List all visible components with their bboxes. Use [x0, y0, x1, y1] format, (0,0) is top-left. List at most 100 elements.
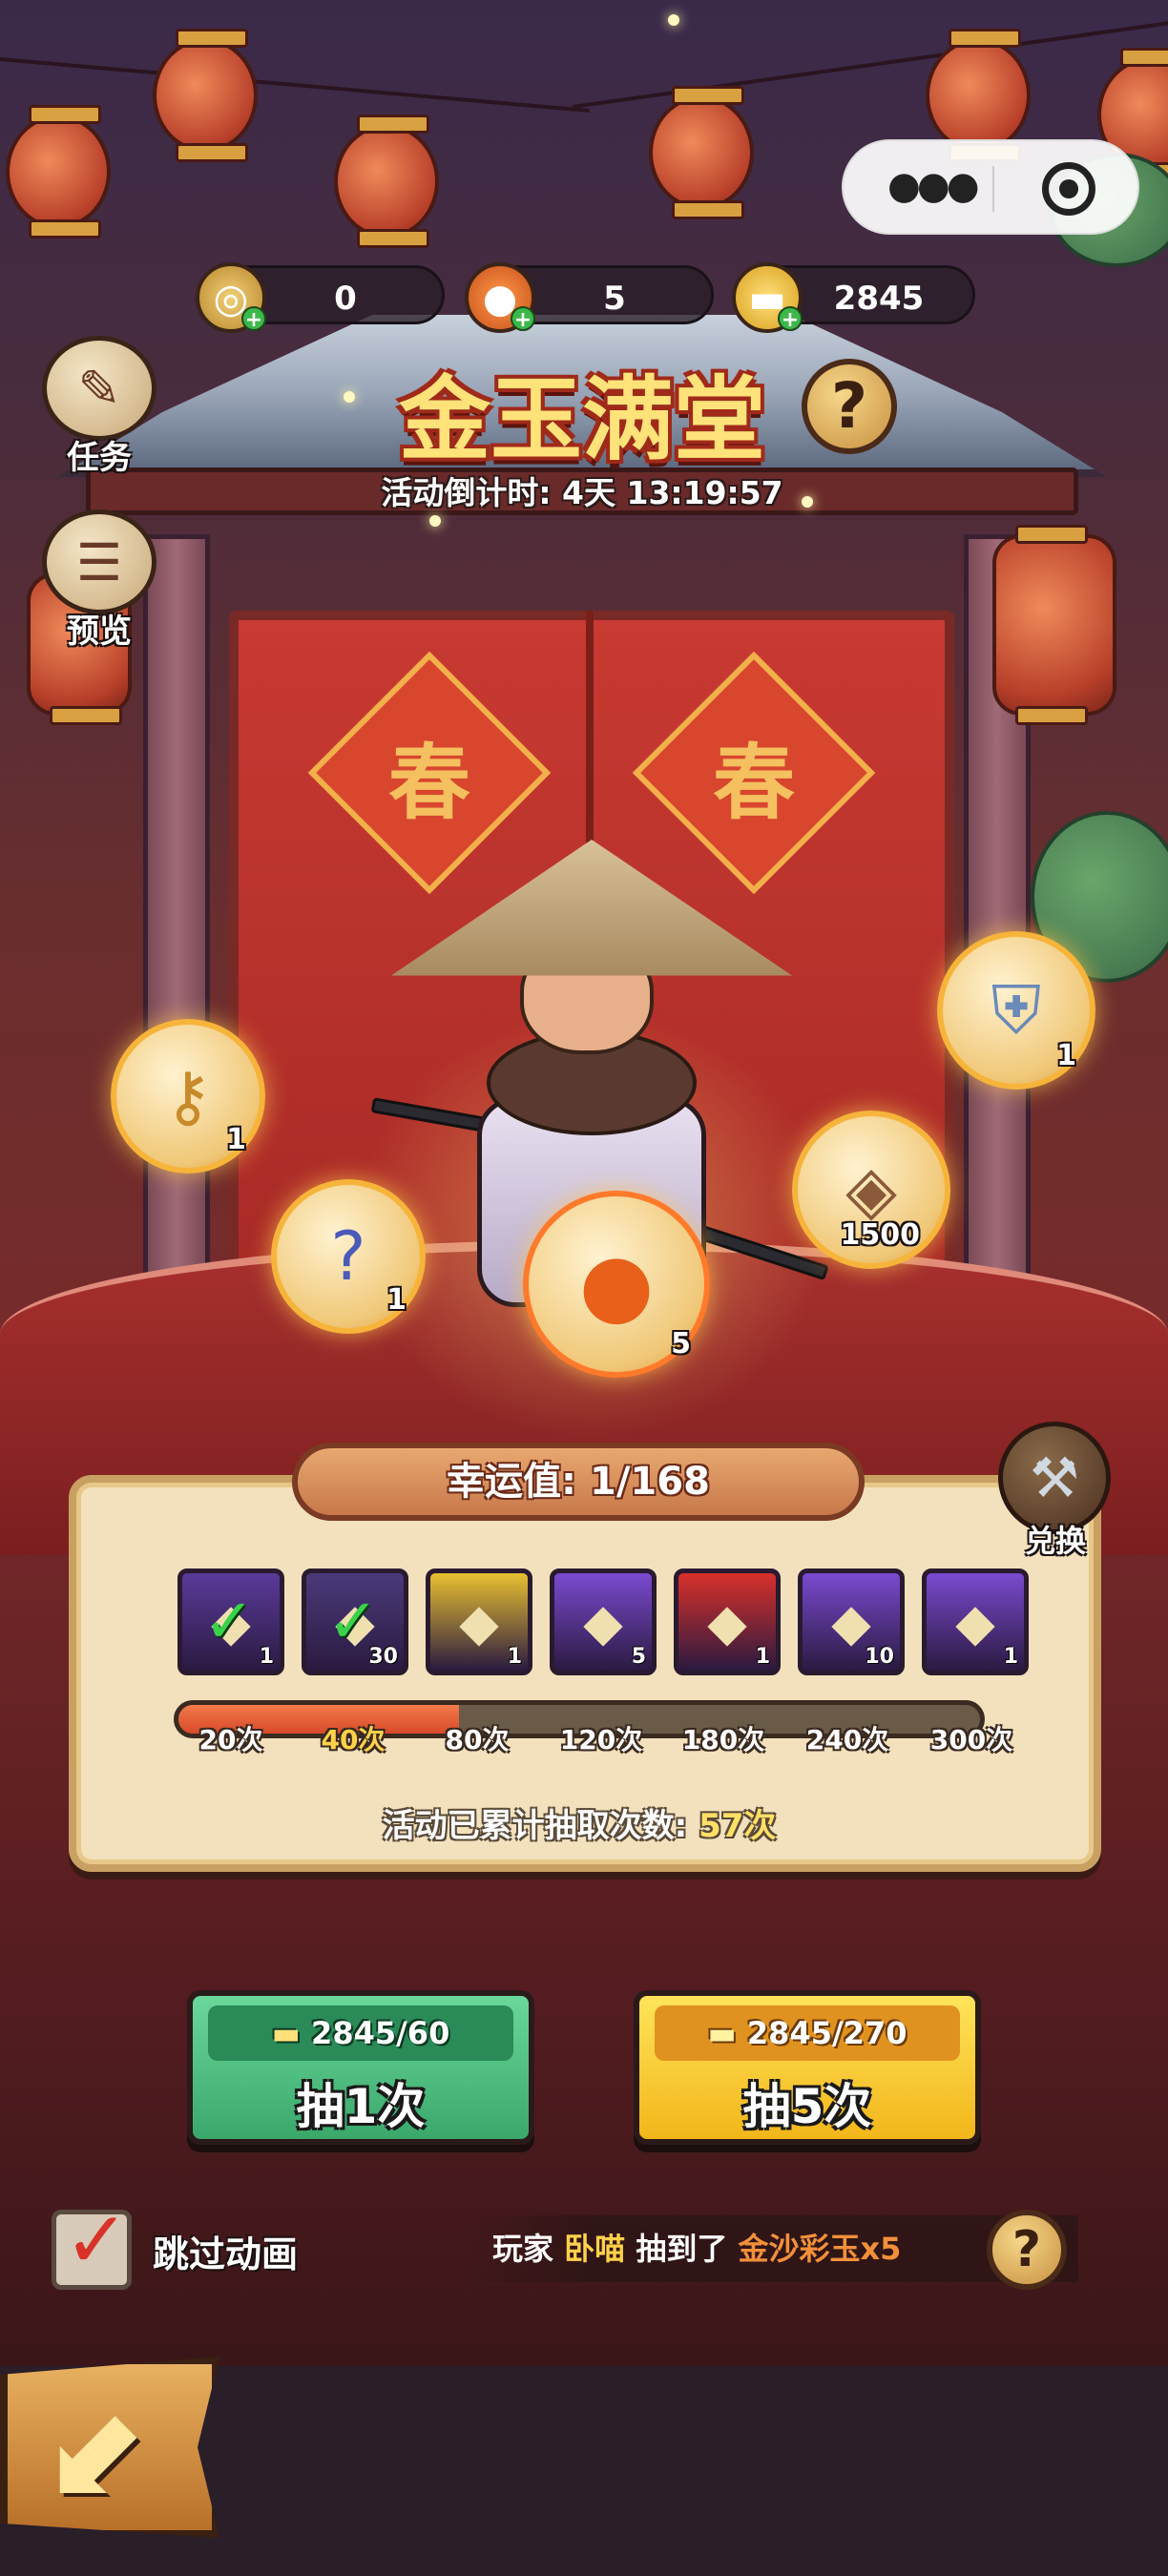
draw-once-cost-value: 2845/60 [311, 2015, 450, 2051]
draw-five-button[interactable]: ▬ 2845/270 抽5次 [634, 1990, 981, 2145]
side-lantern [992, 525, 1116, 725]
quest-scroll-icon: ✎ [42, 336, 156, 441]
reward-bubble-gold-jade[interactable]: ● 5 [523, 1191, 710, 1378]
chun-char-right: 春 [713, 735, 795, 831]
milestone-count: 1 [259, 1645, 274, 1669]
capsule-divider [992, 166, 994, 212]
milestone-reward[interactable]: ◆ 1 [922, 1568, 1029, 1675]
add-icon[interactable]: + [241, 306, 266, 332]
milestone-count: 30 [368, 1645, 398, 1669]
back-button[interactable]: ⬋ [0, 2357, 219, 2538]
draw-once-button[interactable]: ▬ 2845/60 抽1次 [187, 1990, 534, 2145]
preview-scroll-icon: ☰ [42, 509, 156, 614]
milestone-reward[interactable]: ◆ 5 [550, 1568, 657, 1675]
cumulative-value: 57次 [699, 1807, 777, 1845]
cumulative-draws: 活动已累计抽取次数: 57次 [174, 1799, 985, 1846]
log-player: 卧喵 [564, 2231, 626, 2267]
milestone-reward[interactable]: ◆ ✓ 1 [177, 1568, 284, 1675]
progress-tick-label: 120次 [559, 1724, 643, 1755]
currency-value: 0 [334, 280, 357, 318]
quest-label: 任务 [67, 439, 132, 477]
gold-ingot-icon: ▬ [271, 2015, 312, 2051]
progress-tick-label: 40次 [321, 1724, 386, 1755]
preview-label: 预览 [67, 613, 132, 651]
currency-jade-ticket[interactable]: ◎ + 0 [196, 262, 445, 333]
jade-ticket-icon: ◆ [831, 1591, 871, 1652]
skip-animation-label: 跳过动画 [153, 2233, 299, 2275]
back-arrow-icon: ⬋ [48, 2375, 153, 2520]
currency-value: 2845 [833, 280, 925, 318]
milestone-count: 1 [1003, 1645, 1018, 1669]
reward-count: 5 [671, 1327, 691, 1361]
weapon-card-icon: ◆ [955, 1591, 995, 1652]
lantern [926, 29, 1031, 162]
milestone-count: 10 [865, 1645, 894, 1669]
target-circle-icon[interactable] [1042, 162, 1095, 216]
currency-gold-ingot[interactable]: ▬ + 2845 [732, 262, 975, 333]
add-icon[interactable]: + [778, 306, 803, 332]
gold-jade-icon: ● [578, 1234, 655, 1335]
reward-count: 1 [386, 1283, 407, 1317]
milestone-reward[interactable]: ◆ 1 [674, 1568, 781, 1675]
add-icon[interactable]: + [511, 306, 535, 332]
skip-animation-checkbox[interactable]: ✓ [52, 2195, 132, 2290]
lantern [6, 105, 111, 239]
log-help-icon[interactable]: ? [987, 2210, 1067, 2290]
draw-five-label: 抽5次 [742, 2079, 872, 2134]
lantern [649, 86, 754, 219]
exchange-label: 兑换 [1024, 1523, 1086, 1559]
countdown-value: 4天 13:19:57 [562, 474, 783, 511]
log-item: 金沙彩玉x5 [738, 2231, 902, 2267]
hero-card-icon: ◆ [459, 1591, 499, 1652]
mystery-chest-icon: ? [330, 1217, 366, 1296]
luck-title: 幸运值: 1/168 [292, 1443, 865, 1521]
currency-gold-jade[interactable]: ● + 5 [465, 262, 714, 333]
more-dots-icon[interactable]: ●●● [887, 164, 980, 208]
reward-count: 1500 [840, 1218, 921, 1252]
jade-ticket-icon: ◆ [583, 1591, 623, 1652]
armor-icon: ⛨ [991, 970, 1042, 1049]
reward-count: 1 [1056, 1039, 1076, 1072]
preview-button[interactable]: ☰ 预览 [32, 509, 166, 653]
reward-bubble-key[interactable]: ⚷ 1 [111, 1019, 265, 1174]
log-prefix: 玩家 [492, 2231, 554, 2267]
draw-five-cost: ▬ 2845/270 [655, 2005, 960, 2061]
progress-tick-label: 180次 [681, 1724, 765, 1755]
milestone-count: 1 [755, 1645, 770, 1669]
milestone-count: 1 [507, 1645, 522, 1669]
reward-bubble-mystery-chest[interactable]: ? 1 [271, 1179, 426, 1334]
progress-tick-label: 20次 [198, 1724, 263, 1755]
progress-tick-label: 300次 [929, 1724, 1013, 1755]
milestone-count: 5 [631, 1645, 646, 1669]
copper-coin-icon: ◈ [845, 1151, 897, 1229]
reward-bubble-coin[interactable]: ◈ 1500 [792, 1111, 950, 1269]
gold-ingot-icon: ▬ [707, 2015, 747, 2051]
draw-five-cost-value: 2845/270 [746, 2015, 907, 2051]
quest-button[interactable]: ✎ 任务 [32, 336, 166, 479]
currency-value: 5 [603, 280, 626, 318]
sparkle [668, 14, 679, 26]
chun-char-left: 春 [388, 735, 470, 831]
countdown-label: 活动倒计时: [381, 474, 552, 511]
event-countdown: 活动倒计时: 4天 13:19:57 [344, 467, 821, 513]
exchange-button[interactable]: ⚒ 兑换 [989, 1422, 1122, 1565]
log-middle: 抽到了 [636, 2231, 728, 2267]
reward-count: 1 [226, 1123, 246, 1156]
sparkle [344, 391, 355, 403]
check-icon: ✓ [203, 1587, 255, 1657]
mini-program-capsule: ●●● [842, 139, 1139, 235]
lantern [334, 114, 439, 248]
draw-once-cost: ▬ 2845/60 [208, 2005, 513, 2061]
event-title: 金玉满堂 [399, 365, 765, 473]
help-icon[interactable]: ? [802, 359, 897, 454]
hero-card-red-icon: ◆ [707, 1591, 747, 1652]
reward-bubble-armor[interactable]: ⛨ 1 [937, 931, 1095, 1090]
progress-tick-label: 80次 [445, 1724, 510, 1755]
check-icon: ✓ [64, 2195, 130, 2286]
milestone-reward[interactable]: ◆ 10 [798, 1568, 905, 1675]
milestone-reward[interactable]: ◆ ✓ 30 [302, 1568, 408, 1675]
lantern-string [572, 19, 1168, 109]
cumulative-label: 活动已累计抽取次数: [382, 1807, 688, 1845]
draw-once-label: 抽1次 [296, 2079, 426, 2134]
milestone-reward[interactable]: ◆ 1 [426, 1568, 532, 1675]
